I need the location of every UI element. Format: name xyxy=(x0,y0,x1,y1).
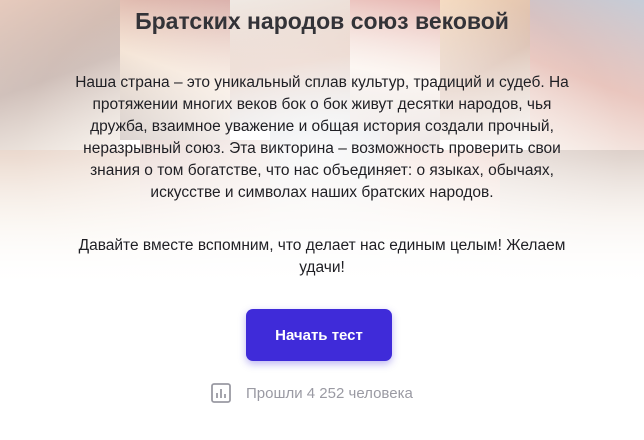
start-test-button[interactable]: Начать тест xyxy=(246,309,392,361)
intro-paragraph: Наша страна – это уникальный сплав культ… xyxy=(75,74,569,201)
bar-chart-icon xyxy=(210,382,232,404)
participants-count-text: Прошли 4 252 человека xyxy=(246,384,413,402)
quiz-intro-card: Братских народов союз вековой Наша стран… xyxy=(0,0,644,440)
participants-counter: Прошли 4 252 человека xyxy=(210,382,413,404)
closing-paragraph: Давайте вместе вспомним, что делает нас … xyxy=(78,237,566,276)
page-title: Братских народов союз вековой xyxy=(135,8,509,34)
